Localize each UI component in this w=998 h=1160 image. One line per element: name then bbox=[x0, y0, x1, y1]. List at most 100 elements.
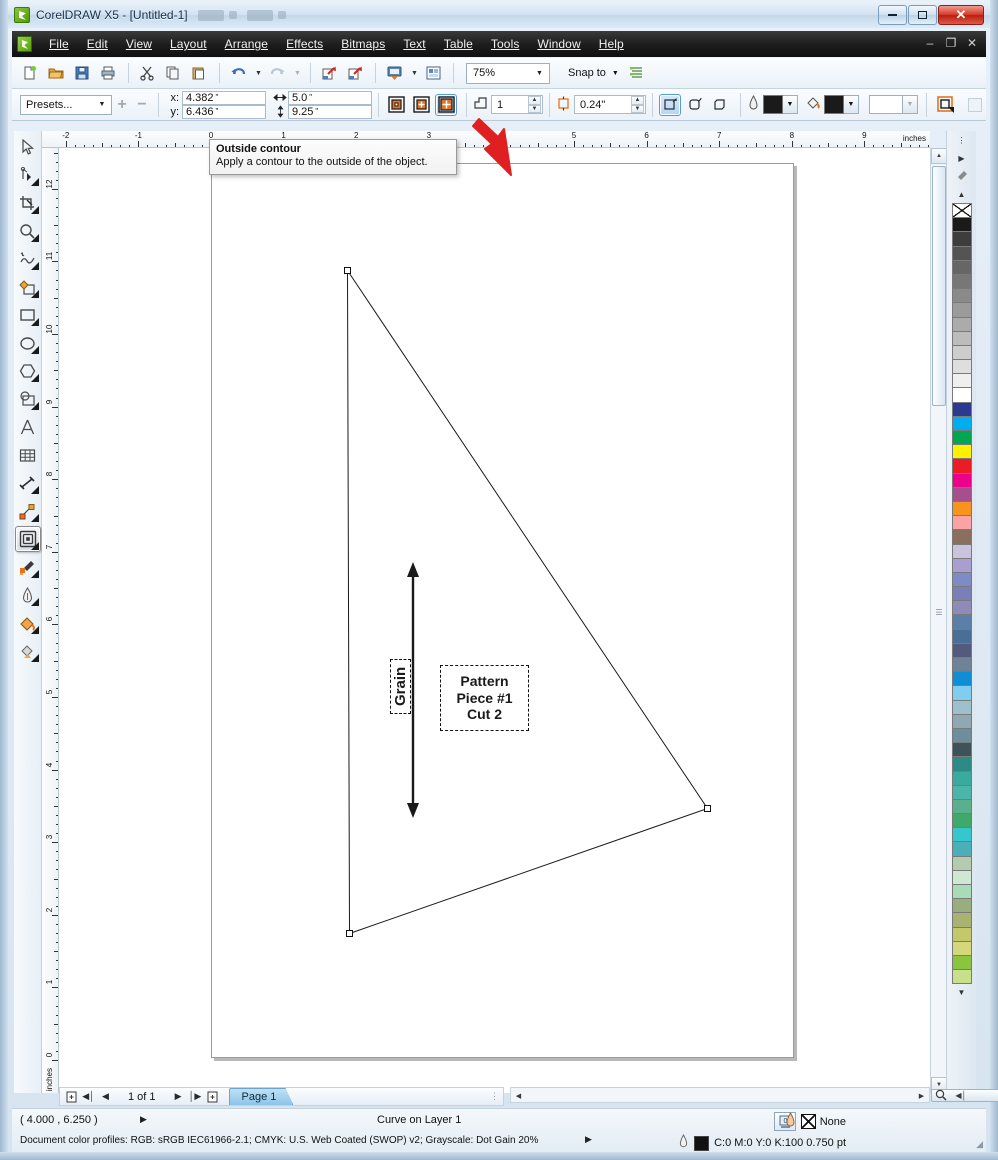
palette-swatch[interactable] bbox=[952, 856, 972, 871]
miter-corners-button[interactable] bbox=[659, 94, 681, 116]
palette-swatch[interactable] bbox=[952, 813, 972, 828]
scroll-up-button[interactable]: ▲ bbox=[931, 148, 947, 164]
palette-swatch[interactable] bbox=[952, 643, 972, 658]
flyout-arrow-icon[interactable] bbox=[31, 374, 39, 382]
contour-to-center-button[interactable] bbox=[385, 94, 407, 116]
palette-swatch[interactable] bbox=[952, 870, 972, 885]
contour-outline-color-dropdown[interactable]: ▼ bbox=[783, 95, 798, 114]
palette-swatch[interactable] bbox=[952, 274, 972, 289]
palette-swatch[interactable] bbox=[952, 827, 972, 842]
undo-button[interactable] bbox=[226, 61, 250, 85]
contour-outline-color-swatch[interactable] bbox=[763, 95, 783, 114]
object-properties-button[interactable] bbox=[933, 93, 959, 117]
palette-swatch[interactable] bbox=[952, 771, 972, 786]
pick-tool[interactable] bbox=[15, 134, 41, 160]
menu-table[interactable]: Table bbox=[435, 34, 482, 54]
palette-swatch[interactable] bbox=[952, 444, 972, 459]
contour-steps-spinner[interactable]: ▲ ▼ bbox=[528, 96, 541, 113]
add-preset-button[interactable]: + bbox=[112, 94, 132, 116]
palette-swatch[interactable] bbox=[952, 359, 972, 374]
contour-fill-color-dropdown[interactable]: ▼ bbox=[844, 95, 859, 114]
blend-contour-tool[interactable] bbox=[15, 526, 41, 552]
outline-tool[interactable] bbox=[15, 582, 41, 608]
export-button[interactable] bbox=[343, 61, 367, 85]
palette-swatch[interactable] bbox=[952, 841, 972, 856]
palette-swatch[interactable] bbox=[952, 231, 972, 246]
palette-swatch[interactable] bbox=[952, 629, 972, 644]
palette-swatch[interactable] bbox=[952, 657, 972, 672]
palette-scroll-up-arrow[interactable]: ▲ bbox=[953, 185, 971, 203]
palette-scroll-up-button[interactable]: ▶ bbox=[953, 149, 971, 167]
pattern-text-block[interactable]: Pattern Piece #1 Cut 2 bbox=[440, 665, 529, 731]
chevron-down-icon[interactable]: ▼ bbox=[94, 97, 110, 113]
remove-preset-button[interactable]: − bbox=[132, 94, 152, 116]
node-bottom-left[interactable] bbox=[346, 930, 353, 937]
presets-combo[interactable]: Presets... ▼ bbox=[20, 95, 112, 115]
flyout-arrow-icon[interactable] bbox=[31, 486, 39, 494]
palette-eyedropper-icon[interactable] bbox=[953, 167, 971, 185]
palette-swatch[interactable] bbox=[952, 373, 972, 388]
grain-text-label[interactable]: Grain bbox=[390, 659, 411, 714]
publish-pdf-button[interactable] bbox=[382, 61, 406, 85]
ellipse-tool[interactable] bbox=[15, 330, 41, 356]
palette-swatch[interactable] bbox=[952, 387, 972, 402]
window-minimize-button[interactable] bbox=[878, 5, 907, 25]
flyout-arrow-icon[interactable] bbox=[31, 598, 39, 606]
flyout-arrow-icon[interactable] bbox=[31, 654, 39, 662]
import-button[interactable] bbox=[317, 61, 341, 85]
publish-pdf-dropdown-button[interactable]: ▼ bbox=[408, 61, 421, 85]
palette-swatch[interactable] bbox=[952, 799, 972, 814]
palette-swatch[interactable] bbox=[952, 246, 972, 261]
new-document-button[interactable] bbox=[18, 61, 42, 85]
freehand-tool[interactable] bbox=[15, 246, 41, 272]
flyout-arrow-icon[interactable] bbox=[31, 542, 39, 550]
palette-swatch[interactable] bbox=[952, 416, 972, 431]
palette-swatch[interactable] bbox=[952, 402, 972, 417]
palette-swatch[interactable] bbox=[952, 614, 972, 629]
contour-fountain-fill-swatch[interactable] bbox=[869, 95, 903, 114]
spinner-up-icon[interactable]: ▲ bbox=[528, 96, 541, 105]
save-document-button[interactable] bbox=[70, 61, 94, 85]
spinner-down-icon[interactable]: ▼ bbox=[631, 105, 644, 114]
palette-swatch[interactable] bbox=[952, 969, 972, 984]
snap-to-menu[interactable]: Snap to ▼ bbox=[562, 63, 625, 83]
palette-swatch[interactable] bbox=[952, 260, 972, 275]
menu-window[interactable]: Window bbox=[528, 34, 589, 54]
menu-text[interactable]: Text bbox=[394, 34, 434, 54]
undo-dropdown-button[interactable]: ▼ bbox=[252, 61, 265, 85]
palette-swatch[interactable] bbox=[952, 700, 972, 715]
spinner-down-icon[interactable]: ▼ bbox=[528, 105, 541, 114]
flyout-arrow-icon[interactable] bbox=[31, 178, 39, 186]
palette-swatch[interactable] bbox=[952, 544, 972, 559]
palette-swatch[interactable] bbox=[952, 515, 972, 530]
palette-swatch[interactable] bbox=[952, 473, 972, 488]
open-document-button[interactable] bbox=[44, 61, 68, 85]
print-button[interactable] bbox=[96, 61, 120, 85]
palette-swatch[interactable] bbox=[952, 756, 972, 771]
palette-swatch[interactable] bbox=[952, 487, 972, 502]
palette-swatch[interactable] bbox=[952, 600, 972, 615]
scroll-right-button[interactable]: ▶ bbox=[915, 1089, 928, 1102]
vertical-scrollbar-thumb[interactable] bbox=[932, 166, 946, 406]
add-page-before-button[interactable] bbox=[63, 1089, 80, 1105]
menu-file[interactable]: File bbox=[40, 34, 78, 54]
menu-view[interactable]: View bbox=[117, 34, 161, 54]
next-page-button[interactable]: ▶ bbox=[170, 1089, 187, 1105]
palette-swatch[interactable] bbox=[952, 302, 972, 317]
height-input[interactable]: 9.25 " bbox=[288, 105, 372, 119]
palette-swatch[interactable] bbox=[952, 884, 972, 899]
copy-button[interactable] bbox=[161, 61, 185, 85]
page-tab-page-1[interactable]: Page 1 bbox=[229, 1088, 294, 1105]
flyout-arrow-icon[interactable] bbox=[31, 206, 39, 214]
menu-effects[interactable]: Effects bbox=[277, 34, 332, 54]
y-position-input[interactable]: 6.436 " bbox=[182, 105, 266, 119]
application-launcher-button[interactable] bbox=[421, 61, 445, 85]
palette-swatch[interactable] bbox=[952, 586, 972, 601]
rectangle-tool[interactable] bbox=[15, 302, 41, 328]
contour-fountain-fill-dropdown[interactable]: ▼ bbox=[903, 95, 918, 114]
menu-edit[interactable]: Edit bbox=[78, 34, 117, 54]
x-position-input[interactable]: 4.382 " bbox=[182, 91, 266, 105]
menu-layout[interactable]: Layout bbox=[161, 34, 216, 54]
smart-fill-tool[interactable] bbox=[15, 274, 41, 300]
palette-swatch[interactable] bbox=[952, 317, 972, 332]
